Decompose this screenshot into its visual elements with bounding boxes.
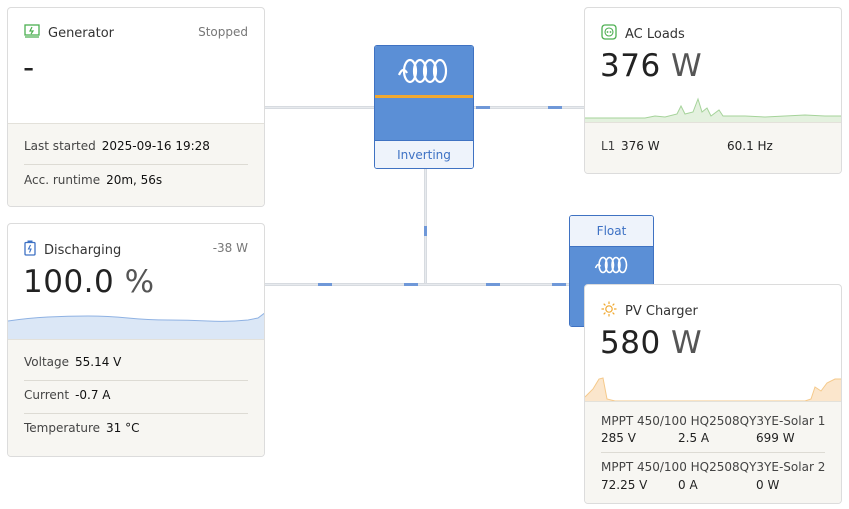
pv-power-unit: W	[671, 325, 703, 361]
pv-charger-header: PV Charger	[601, 301, 698, 321]
runtime-label: Acc. runtime	[24, 173, 101, 187]
flow-indicator	[424, 226, 427, 236]
outlet-icon	[601, 24, 617, 44]
charger-power: 699 W	[756, 431, 795, 445]
pv-power: 580 W	[600, 325, 702, 361]
last-started-label: Last started	[24, 139, 96, 153]
charger-name: MPPT 450/100 HQ2508QY3YE-Solar 2	[601, 460, 826, 474]
inverter-device[interactable]: Inverting	[374, 45, 474, 169]
inverter-state: Inverting	[375, 140, 473, 168]
generator-title: Generator	[48, 25, 115, 41]
battery-header: Discharging	[24, 240, 121, 260]
victron-logo-icon	[397, 56, 453, 90]
battery-card[interactable]: Discharging -38 W 100.0 % Voltage 55.14 V…	[7, 223, 265, 457]
generator-status: Stopped	[198, 25, 248, 39]
ac-loads-power-value: 376	[600, 48, 661, 84]
ac-loads-card[interactable]: AC Loads 376 W L1 376 W 60.1 Hz	[584, 7, 842, 174]
runtime-value: 20m, 56s	[106, 173, 163, 187]
temperature-row: Temperature 31 °C	[24, 421, 248, 435]
battery-sparkline	[8, 312, 264, 342]
voltage-row: Voltage 55.14 V	[24, 355, 248, 369]
flow-indicator	[486, 283, 500, 286]
voltage-label: Voltage	[24, 355, 70, 369]
flow-indicator	[476, 106, 490, 109]
ac-loads-details: L1 376 W 60.1 Hz	[585, 122, 841, 173]
generator-header: Generator	[24, 24, 114, 42]
battery-icon	[24, 240, 36, 260]
charger-name: MPPT 450/100 HQ2508QY3YE-Solar 1	[601, 414, 826, 428]
battery-details: Voltage 55.14 V Current -0.7 A Temperature…	[8, 339, 264, 456]
phase-power: 376 W	[621, 139, 660, 153]
charger-state: Float	[570, 216, 653, 247]
charger-current: 2.5 A	[678, 431, 710, 445]
ac-loads-power: 376 W	[600, 48, 702, 84]
battery-power: -38 W	[212, 241, 248, 255]
temperature-label: Temperature	[24, 421, 101, 435]
current-row: Current -0.7 A	[24, 388, 248, 402]
sun-icon	[601, 301, 617, 321]
frequency: 60.1 Hz	[727, 139, 773, 153]
charger-voltage: 72.25 V	[601, 478, 648, 492]
charger-voltage: 285 V	[601, 431, 636, 445]
voltage-value: 55.14 V	[75, 355, 122, 369]
divider	[24, 413, 248, 414]
divider	[601, 452, 825, 453]
last-started-value: 2025-09-16 19:28	[101, 139, 210, 153]
victron-logo-icon	[594, 255, 630, 279]
flow-indicator	[318, 283, 332, 286]
battery-soc-value: 100.0	[23, 264, 115, 300]
last-started-row: Last started 2025-09-16 19:28	[24, 139, 248, 153]
ac-loads-sparkline	[585, 97, 841, 124]
battery-title: Discharging	[44, 242, 122, 258]
generator-icon	[24, 24, 40, 42]
charger-current: 0 A	[678, 478, 698, 492]
ac-loads-header: AC Loads	[601, 24, 685, 44]
inverter-divider	[375, 95, 473, 98]
ac-loads-title: AC Loads	[625, 26, 685, 42]
flow-indicator	[548, 106, 562, 109]
divider	[24, 164, 248, 165]
pv-charger-card[interactable]: PV Charger 580 W MPPT 450/100 HQ2508QY3Y…	[584, 284, 842, 504]
battery-soc: 100.0 %	[23, 264, 155, 300]
current-value: -0.7 A	[75, 388, 111, 402]
pv-power-value: 580	[600, 325, 661, 361]
generator-details: Last started 2025-09-16 19:28 Acc. runtim…	[8, 123, 264, 206]
runtime-row: Acc. runtime 20m, 56s	[24, 173, 248, 187]
generator-value: -	[23, 50, 35, 86]
battery-soc-unit: %	[124, 264, 155, 300]
flow-indicator	[404, 283, 418, 286]
wire-generator-inverter	[264, 106, 374, 109]
pv-charger-title: PV Charger	[625, 303, 698, 319]
current-label: Current	[24, 388, 70, 402]
phase-label: L1	[601, 139, 616, 153]
temperature-value: 31 °C	[106, 421, 140, 435]
flow-indicator	[552, 283, 566, 286]
charger-power: 0 W	[756, 478, 780, 492]
pv-details: MPPT 450/100 HQ2508QY3YE-Solar 1 285 V 2…	[585, 401, 841, 503]
pv-sparkline	[585, 377, 841, 403]
generator-card[interactable]: Generator Stopped - Last started 2025-09-…	[7, 7, 265, 207]
divider	[24, 380, 248, 381]
ac-loads-power-unit: W	[671, 48, 703, 84]
